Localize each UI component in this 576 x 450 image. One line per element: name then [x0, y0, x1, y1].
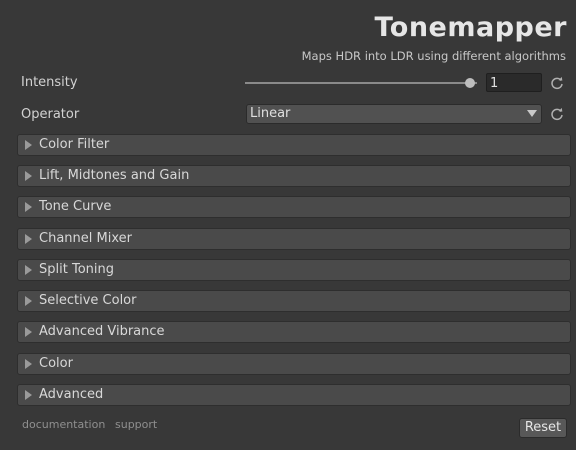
section-lift-midtones-gain[interactable]: Lift, Midtones and Gain — [17, 165, 571, 187]
expand-arrow-icon — [25, 171, 32, 181]
intensity-value-field[interactable]: 1 — [486, 73, 542, 92]
expand-arrow-icon — [25, 202, 32, 212]
tonemapper-panel: Tonemapper Maps HDR into LDR using diffe… — [0, 0, 576, 450]
section-channel-mixer[interactable]: Channel Mixer — [17, 228, 571, 250]
intensity-slider-track[interactable] — [245, 82, 477, 84]
section-selective-color[interactable]: Selective Color — [17, 290, 571, 312]
operator-dropdown[interactable]: Linear — [246, 104, 542, 124]
intensity-label: Intensity — [21, 75, 78, 90]
section-label: Color — [39, 356, 73, 371]
section-label: Lift, Midtones and Gain — [39, 168, 190, 183]
section-label: Advanced Vibrance — [39, 324, 165, 339]
expand-arrow-icon — [25, 265, 32, 275]
reset-button[interactable]: Reset — [519, 418, 567, 438]
intensity-slider-thumb[interactable] — [465, 78, 476, 88]
expand-arrow-icon — [25, 296, 32, 306]
operator-selected-value: Linear — [250, 106, 291, 121]
expand-arrow-icon — [25, 140, 32, 150]
expand-arrow-icon — [25, 327, 32, 337]
expand-arrow-icon — [25, 390, 32, 400]
section-advanced-vibrance[interactable]: Advanced Vibrance — [17, 321, 571, 343]
operator-label: Operator — [21, 107, 80, 122]
section-label: Split Toning — [39, 262, 114, 277]
section-tone-curve[interactable]: Tone Curve — [17, 196, 571, 218]
support-link[interactable]: support — [115, 418, 157, 431]
section-label: Tone Curve — [39, 199, 112, 214]
intensity-reset-icon[interactable] — [550, 76, 564, 90]
operator-reset-icon[interactable] — [550, 107, 564, 121]
section-label: Advanced — [39, 387, 104, 402]
panel-subtitle: Maps HDR into LDR using different algori… — [301, 49, 566, 63]
section-color[interactable]: Color — [17, 353, 571, 375]
expand-arrow-icon — [25, 359, 32, 369]
chevron-down-icon — [527, 110, 537, 117]
section-split-toning[interactable]: Split Toning — [17, 259, 571, 281]
section-label: Channel Mixer — [39, 231, 132, 246]
panel-title: Tonemapper — [374, 12, 567, 43]
documentation-link[interactable]: documentation — [22, 418, 105, 431]
section-label: Selective Color — [39, 293, 137, 308]
section-label: Color Filter — [39, 137, 110, 152]
expand-arrow-icon — [25, 234, 32, 244]
section-advanced[interactable]: Advanced — [17, 384, 571, 406]
section-color-filter[interactable]: Color Filter — [17, 134, 571, 156]
